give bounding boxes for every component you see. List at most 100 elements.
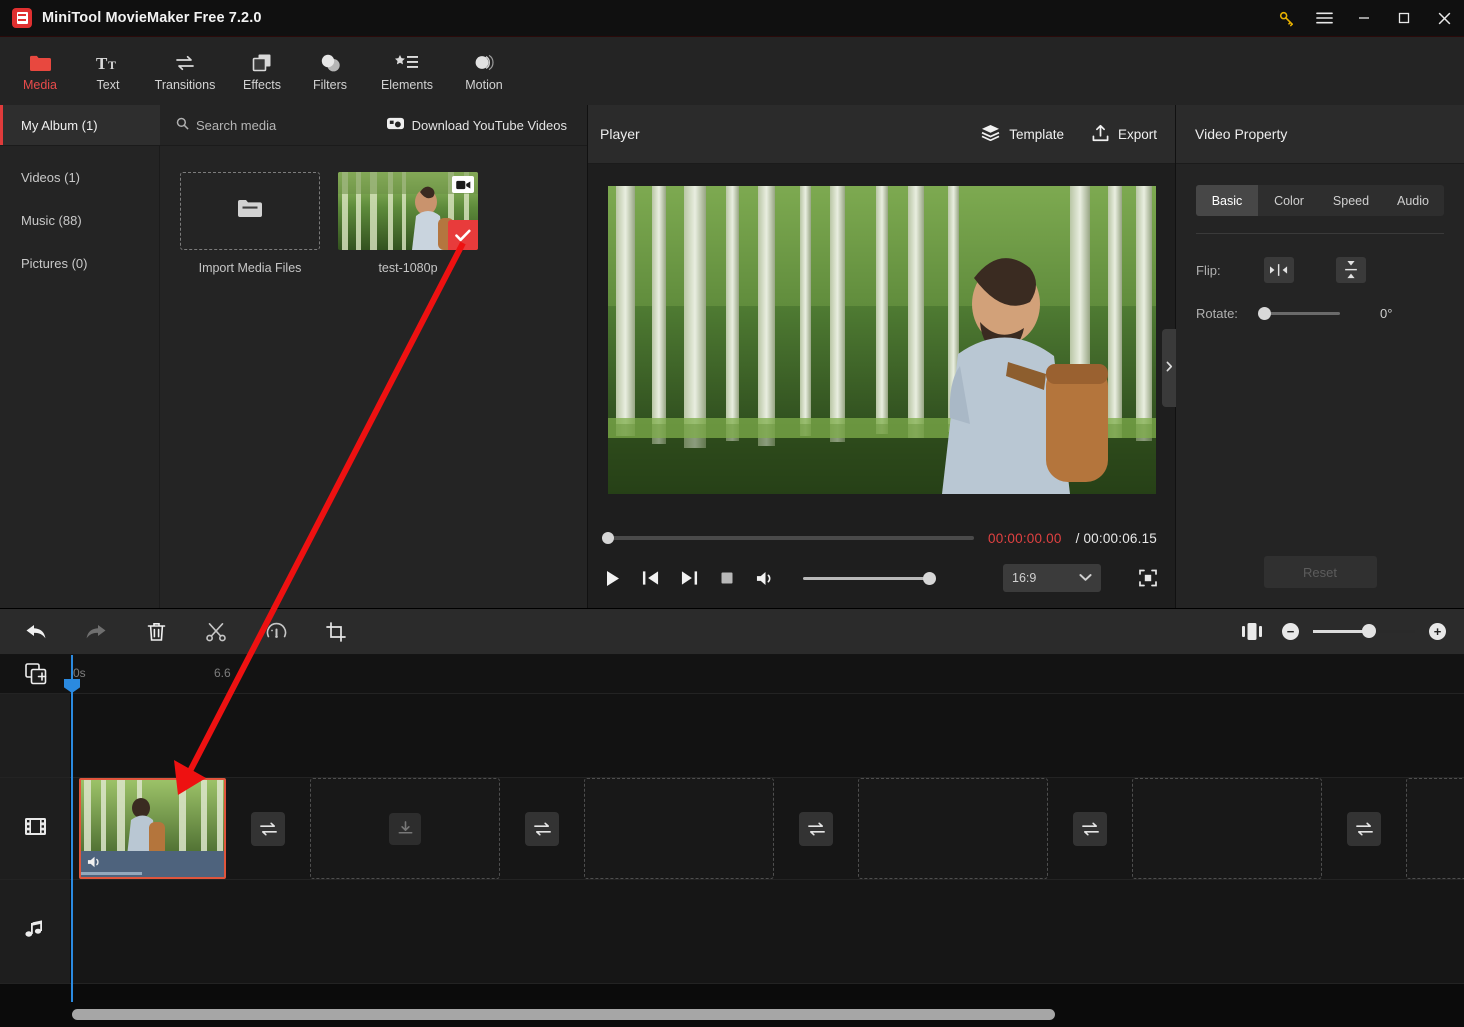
flip-horizontal-icon[interactable] — [1264, 257, 1294, 283]
clip-row — [71, 778, 1464, 879]
transition-button[interactable] — [525, 811, 559, 846]
chevron-down-icon — [1079, 571, 1092, 585]
timeline-ruler-body[interactable]: 0s 6.6 — [71, 655, 1464, 693]
main-toolbar: Media TT Text Transitions Effects Filter… — [0, 37, 1464, 105]
tab-effects[interactable]: Effects — [229, 39, 295, 103]
close-icon[interactable] — [1424, 0, 1464, 37]
flip-vertical-icon[interactable] — [1336, 257, 1366, 283]
empty-clip-slot[interactable] — [584, 778, 774, 879]
seek-handle[interactable] — [602, 532, 614, 544]
media-selected-checkmark-icon[interactable] — [448, 220, 478, 250]
svg-text:T: T — [108, 58, 116, 72]
tab-media[interactable]: Media — [7, 39, 73, 103]
tab-filters[interactable]: Filters — [297, 39, 363, 103]
panel-collapse-handle[interactable] — [1162, 329, 1176, 407]
tab-text[interactable]: TT Text — [75, 39, 141, 103]
stop-button[interactable] — [720, 571, 734, 585]
tab-motion[interactable]: Motion — [451, 39, 517, 103]
search-input[interactable]: Search media — [196, 118, 276, 133]
zoom-handle[interactable] — [1362, 624, 1377, 638]
zoom-in-button[interactable]: + — [1429, 623, 1446, 640]
tab-transitions-label: Transitions — [154, 78, 216, 92]
media-item[interactable]: test-1080p — [338, 172, 478, 275]
menu-icon[interactable] — [1304, 0, 1344, 37]
track-body-overlay[interactable] — [71, 694, 1464, 777]
tab-speed-label: Speed — [1332, 193, 1370, 208]
import-media-button[interactable] — [180, 172, 320, 250]
maximize-icon[interactable] — [1384, 0, 1424, 37]
seek-slider[interactable] — [602, 532, 975, 544]
timeline-track-video[interactable] — [0, 778, 1464, 880]
transition-button[interactable] — [1073, 811, 1107, 846]
aspect-ratio-value: 16:9 — [1012, 571, 1037, 585]
sidebar-item-music[interactable]: Music (88) — [0, 199, 159, 242]
rotate-handle[interactable] — [1258, 307, 1271, 320]
clip-volume-icon[interactable] — [87, 855, 103, 874]
sidebar-item-videos-label: Videos (1) — [21, 170, 81, 185]
play-button[interactable] — [606, 570, 620, 587]
music-note-icon — [25, 919, 45, 944]
rotate-label: Rotate: — [1196, 306, 1238, 321]
zoom-out-button[interactable]: − — [1282, 623, 1299, 640]
track-header-video[interactable] — [0, 778, 71, 879]
property-divider — [1196, 233, 1444, 234]
sidebar-item-my-album[interactable]: My Album (1) — [0, 105, 160, 145]
timeline-track-audio[interactable] — [0, 880, 1464, 984]
sidebar-item-videos[interactable]: Videos (1) — [0, 156, 159, 199]
split-view-icon[interactable] — [1242, 623, 1262, 640]
next-frame-button[interactable] — [681, 570, 698, 586]
reset-button[interactable]: Reset — [1263, 556, 1377, 588]
track-header-audio[interactable] — [0, 880, 71, 983]
current-time: 00:00:00.00 — [988, 530, 1062, 546]
speed-button[interactable] — [264, 620, 288, 644]
timeline-horizontal-scrollbar[interactable] — [72, 1009, 1055, 1020]
timeline-zoom-slider[interactable] — [1313, 624, 1415, 638]
add-media-button[interactable] — [0, 655, 71, 693]
tab-transitions[interactable]: Transitions — [143, 39, 227, 103]
export-button[interactable]: Export — [1092, 124, 1157, 145]
tab-speed[interactable]: Speed — [1320, 185, 1382, 216]
volume-button[interactable] — [756, 570, 775, 587]
timeline-track-overlay[interactable] — [0, 694, 1464, 778]
timeline-clip[interactable] — [79, 778, 226, 879]
undo-button[interactable] — [24, 620, 48, 644]
tab-color[interactable]: Color — [1258, 185, 1320, 216]
timeline-ruler[interactable]: 0s 6.6 — [0, 655, 1464, 694]
video-preview-area[interactable] — [588, 164, 1175, 516]
minimize-icon[interactable] — [1344, 0, 1384, 37]
aspect-ratio-select[interactable]: 16:9 — [1003, 564, 1101, 592]
previous-frame-button[interactable] — [642, 570, 659, 586]
export-icon — [1092, 124, 1109, 145]
total-time: / 00:00:06.15 — [1075, 530, 1157, 546]
delete-button[interactable] — [144, 620, 168, 644]
empty-clip-slot[interactable] — [1406, 778, 1464, 879]
track-body-video[interactable] — [71, 778, 1464, 879]
clip-audio-strip[interactable] — [81, 851, 224, 877]
tab-audio[interactable]: Audio — [1382, 185, 1444, 216]
track-body-audio[interactable] — [71, 880, 1464, 983]
rotate-slider[interactable] — [1258, 307, 1340, 320]
media-thumbnail[interactable] — [338, 172, 478, 250]
fullscreen-button[interactable] — [1139, 569, 1157, 587]
empty-clip-slot[interactable] — [858, 778, 1048, 879]
film-strip-icon — [24, 817, 46, 841]
template-button[interactable]: Template — [981, 124, 1064, 144]
split-button[interactable] — [204, 620, 228, 644]
volume-handle[interactable] — [923, 571, 936, 585]
download-youtube-button[interactable]: Download YouTube Videos — [386, 117, 567, 133]
empty-clip-slot[interactable] — [310, 778, 500, 879]
volume-slider[interactable] — [803, 571, 936, 585]
tab-elements[interactable]: Elements — [365, 39, 449, 103]
video-preview-image — [607, 186, 1156, 494]
empty-clip-slot[interactable] — [1132, 778, 1322, 879]
redo-button[interactable] — [84, 620, 108, 644]
timeline-playhead[interactable] — [64, 655, 80, 1002]
tab-basic[interactable]: Basic — [1196, 185, 1258, 216]
transition-button[interactable] — [799, 811, 833, 846]
transition-button[interactable] — [251, 811, 285, 846]
sidebar-item-pictures[interactable]: Pictures (0) — [0, 242, 159, 285]
crop-button[interactable] — [324, 620, 348, 644]
media-item-label: test-1080p — [378, 261, 438, 275]
key-icon[interactable] — [1268, 0, 1304, 37]
transition-button[interactable] — [1347, 811, 1381, 846]
